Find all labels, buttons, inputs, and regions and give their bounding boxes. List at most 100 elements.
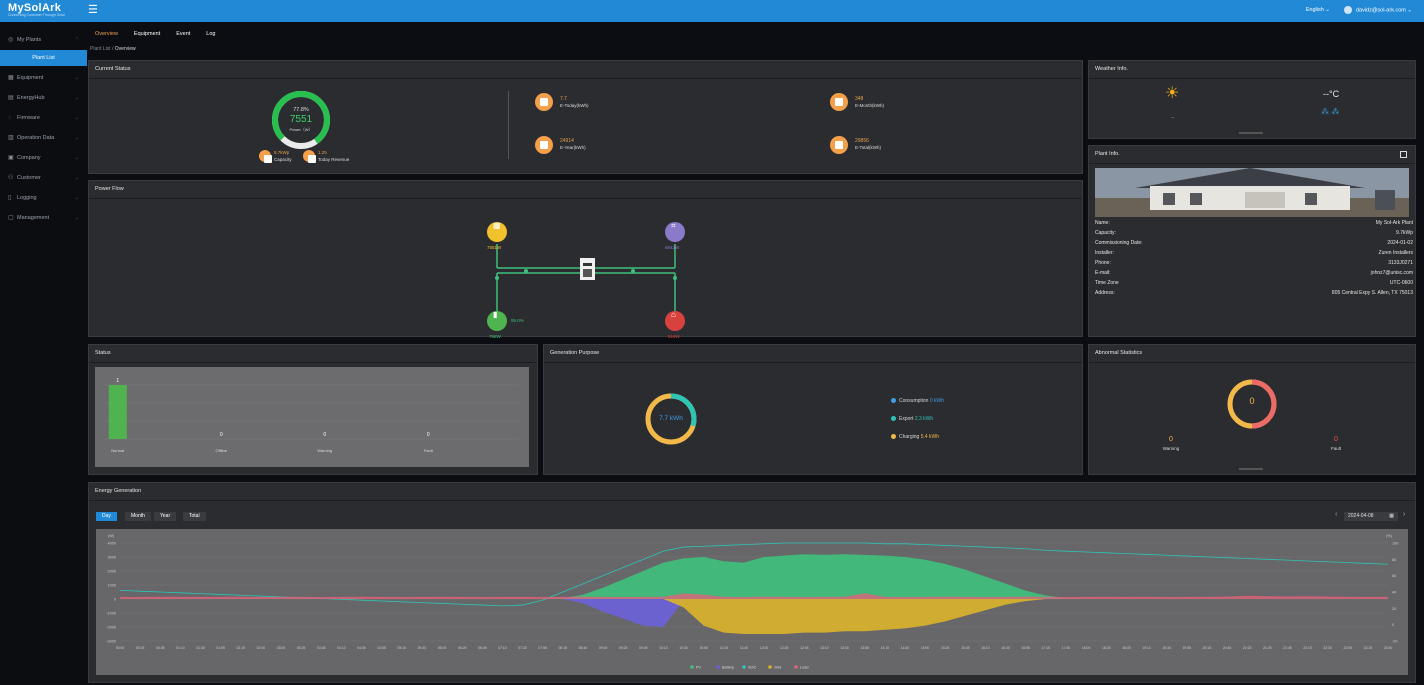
breadcrumb-parent[interactable]: Plant List bbox=[90, 46, 111, 52]
field-key: Address: bbox=[1095, 290, 1115, 296]
panel-title: Plant Info. bbox=[1089, 146, 1415, 164]
x-tick-label: 02:40 bbox=[257, 646, 266, 650]
plant-photo bbox=[1095, 168, 1409, 217]
range-day-button[interactable]: Day bbox=[96, 512, 117, 521]
settings-icon: ▢ bbox=[8, 215, 14, 221]
y2-tick-label: -20 bbox=[1392, 640, 1398, 644]
sidebar-item-company[interactable]: ▣ Company ⌄ bbox=[0, 148, 87, 168]
sidebar-item-label: Equipment bbox=[17, 75, 44, 81]
y2-tick-label: 0 bbox=[1392, 623, 1394, 627]
weather-panel: Weather Info. ☀ -- --°C ⁂ ⁂ bbox=[1088, 60, 1416, 139]
plant-info-panel: Plant Info. Name: My Sol-Ark Plant Capaci… bbox=[1088, 145, 1416, 337]
e-year-value: 24914 bbox=[560, 138, 574, 144]
sidebar-item-customer[interactable]: ⚇ Customer ⌄ bbox=[0, 168, 87, 188]
battery-power: 758W bbox=[489, 334, 501, 339]
sidebar-item-management[interactable]: ▢ Management ⌄ bbox=[0, 208, 87, 228]
sidebar-item-energyhub[interactable]: ▤ EnergyHub ⌄ bbox=[0, 88, 87, 108]
language-label: English bbox=[1305, 7, 1324, 13]
sidebar-item-firmware[interactable]: ◌ Firmware ⌄ bbox=[0, 108, 87, 128]
x-tick-label: 15:25 bbox=[941, 646, 950, 650]
sidebar-item-my-plants[interactable]: ◎ My Plants ⌃ bbox=[0, 30, 87, 50]
x-tick-label: 22:30 bbox=[1323, 646, 1332, 650]
prev-date-icon[interactable]: ‹ bbox=[1335, 511, 1337, 518]
field-key: Commissioning Date: bbox=[1095, 240, 1143, 246]
y2-tick-label: 40 bbox=[1392, 591, 1396, 595]
x-tick-label: 04:10 bbox=[337, 646, 346, 650]
sidebar-item-operation-data[interactable]: ▥ Operation Data ⌄ bbox=[0, 128, 87, 148]
x-tick-label: 00:25 bbox=[136, 646, 145, 650]
x-tick-label: 07:55 bbox=[538, 646, 547, 650]
user-menu[interactable]: davidz@sol-ark.com ⌄ bbox=[1343, 6, 1412, 14]
tab-overview[interactable]: Overview bbox=[87, 28, 126, 41]
sidebar-item-equipment[interactable]: ▦ Equipment ⌄ bbox=[0, 68, 87, 88]
field-value: 9.7kWp bbox=[1396, 230, 1413, 236]
range-month-button[interactable]: Month bbox=[125, 512, 151, 521]
x-tick-label: 12:45 bbox=[800, 646, 809, 650]
x-tick-label: 16:10 bbox=[981, 646, 990, 650]
next-date-icon[interactable]: › bbox=[1403, 511, 1405, 518]
sidebar-item-plant-list[interactable]: Plant List bbox=[0, 50, 87, 66]
x-tick-label: 11:15 bbox=[720, 646, 728, 650]
generation-purpose-panel: Generation Purpose 7.7 kWh Consumption 0… bbox=[543, 344, 1083, 475]
e-today-label: E-Today(kWh) bbox=[560, 103, 589, 108]
menu-toggle-icon[interactable]: ☰ bbox=[88, 5, 99, 16]
legend-consumption: Consumption 0 kWh bbox=[891, 398, 944, 404]
carousel-indicator[interactable] bbox=[1239, 132, 1263, 134]
power-flow-diagram bbox=[487, 222, 685, 331]
breadcrumb-current: Overview bbox=[114, 46, 136, 52]
tab-event[interactable]: Event bbox=[168, 28, 198, 41]
x-tick-label: 19:55 bbox=[1182, 646, 1191, 650]
hub-icon: ▤ bbox=[8, 95, 14, 101]
y-tick-label: 3000 bbox=[108, 556, 116, 560]
x-tick-label: 07:10 bbox=[498, 646, 507, 650]
x-tick-label: 16:30 bbox=[1001, 646, 1010, 650]
x-tick-label: 06:45 bbox=[478, 646, 487, 650]
sidebar-item-label: Firmware bbox=[17, 115, 40, 121]
x-tick-label: 18:45 bbox=[1122, 646, 1131, 650]
y-tick-label: 0 bbox=[114, 598, 116, 602]
field-value: My Sol-Ark Plant bbox=[1375, 220, 1413, 226]
table-icon: ▥ bbox=[8, 135, 14, 141]
gauge-power-label: Power（W） bbox=[289, 127, 313, 132]
sidebar-item-label: Operation Data bbox=[17, 135, 55, 141]
x-tick-label: 19:10 bbox=[1142, 646, 1151, 650]
field-value: 3133J0271 bbox=[1388, 260, 1413, 266]
legend-marker bbox=[716, 665, 720, 669]
capacity-label: Capacity bbox=[274, 157, 292, 162]
sidebar-item-label: Management bbox=[17, 215, 50, 221]
user-email: davidz@sol-ark.com bbox=[1355, 7, 1406, 14]
calendar-icon bbox=[535, 93, 553, 111]
pv-power: 7551W bbox=[487, 245, 502, 250]
status-bar-value: 0 bbox=[220, 432, 223, 438]
x-tick-label: 01:30 bbox=[196, 646, 205, 650]
x-tick-label: 03:45 bbox=[317, 646, 326, 650]
range-total-button[interactable]: Total bbox=[183, 512, 206, 521]
date-picker[interactable]: 2024-04-08 ▦ bbox=[1344, 512, 1398, 521]
panel-title: Weather Info. bbox=[1089, 61, 1415, 79]
sidebar-item-label: Logging bbox=[17, 195, 37, 201]
x-tick-label: 11:40 bbox=[740, 646, 748, 650]
status-chart: 1 Normal 0 Offline 0 Warning 0 Fault bbox=[95, 367, 529, 467]
logo[interactable]: MySolArk Connecting Customer Through Sol… bbox=[8, 2, 78, 20]
x-tick-label: 10:10 bbox=[659, 646, 668, 650]
breadcrumb-separator: / bbox=[111, 46, 114, 52]
x-tick-label: 04:55 bbox=[377, 646, 386, 650]
x-tick-label: 03:25 bbox=[297, 646, 306, 650]
field-key: Installer: bbox=[1095, 250, 1114, 256]
edit-icon[interactable] bbox=[1400, 151, 1407, 158]
carousel-indicator[interactable] bbox=[1239, 468, 1263, 470]
fault-label: Fault bbox=[1330, 446, 1341, 451]
legend-value: 0 kWh bbox=[929, 398, 945, 404]
warning-count: 0 bbox=[1169, 436, 1173, 443]
sidebar-item-logging[interactable]: ▯ Logging ⌄ bbox=[0, 188, 87, 208]
language-selector[interactable]: English ⌄ bbox=[1306, 7, 1330, 13]
field-key: Phone: bbox=[1095, 260, 1111, 266]
energy-generation-chart: 4000 3000 2000 1000 0 -1000 -2000 -3000 100 80 60 4… bbox=[96, 529, 1408, 675]
status-category-label: Warning bbox=[317, 448, 332, 453]
tab-log[interactable]: Log bbox=[198, 28, 223, 41]
legend-label: Export bbox=[899, 416, 914, 422]
range-year-button[interactable]: Year bbox=[154, 512, 177, 521]
grid-power: 6842W bbox=[665, 245, 680, 250]
tab-equipment[interactable]: Equipment bbox=[126, 28, 168, 41]
x-tick-label: 10:55 bbox=[699, 646, 708, 650]
